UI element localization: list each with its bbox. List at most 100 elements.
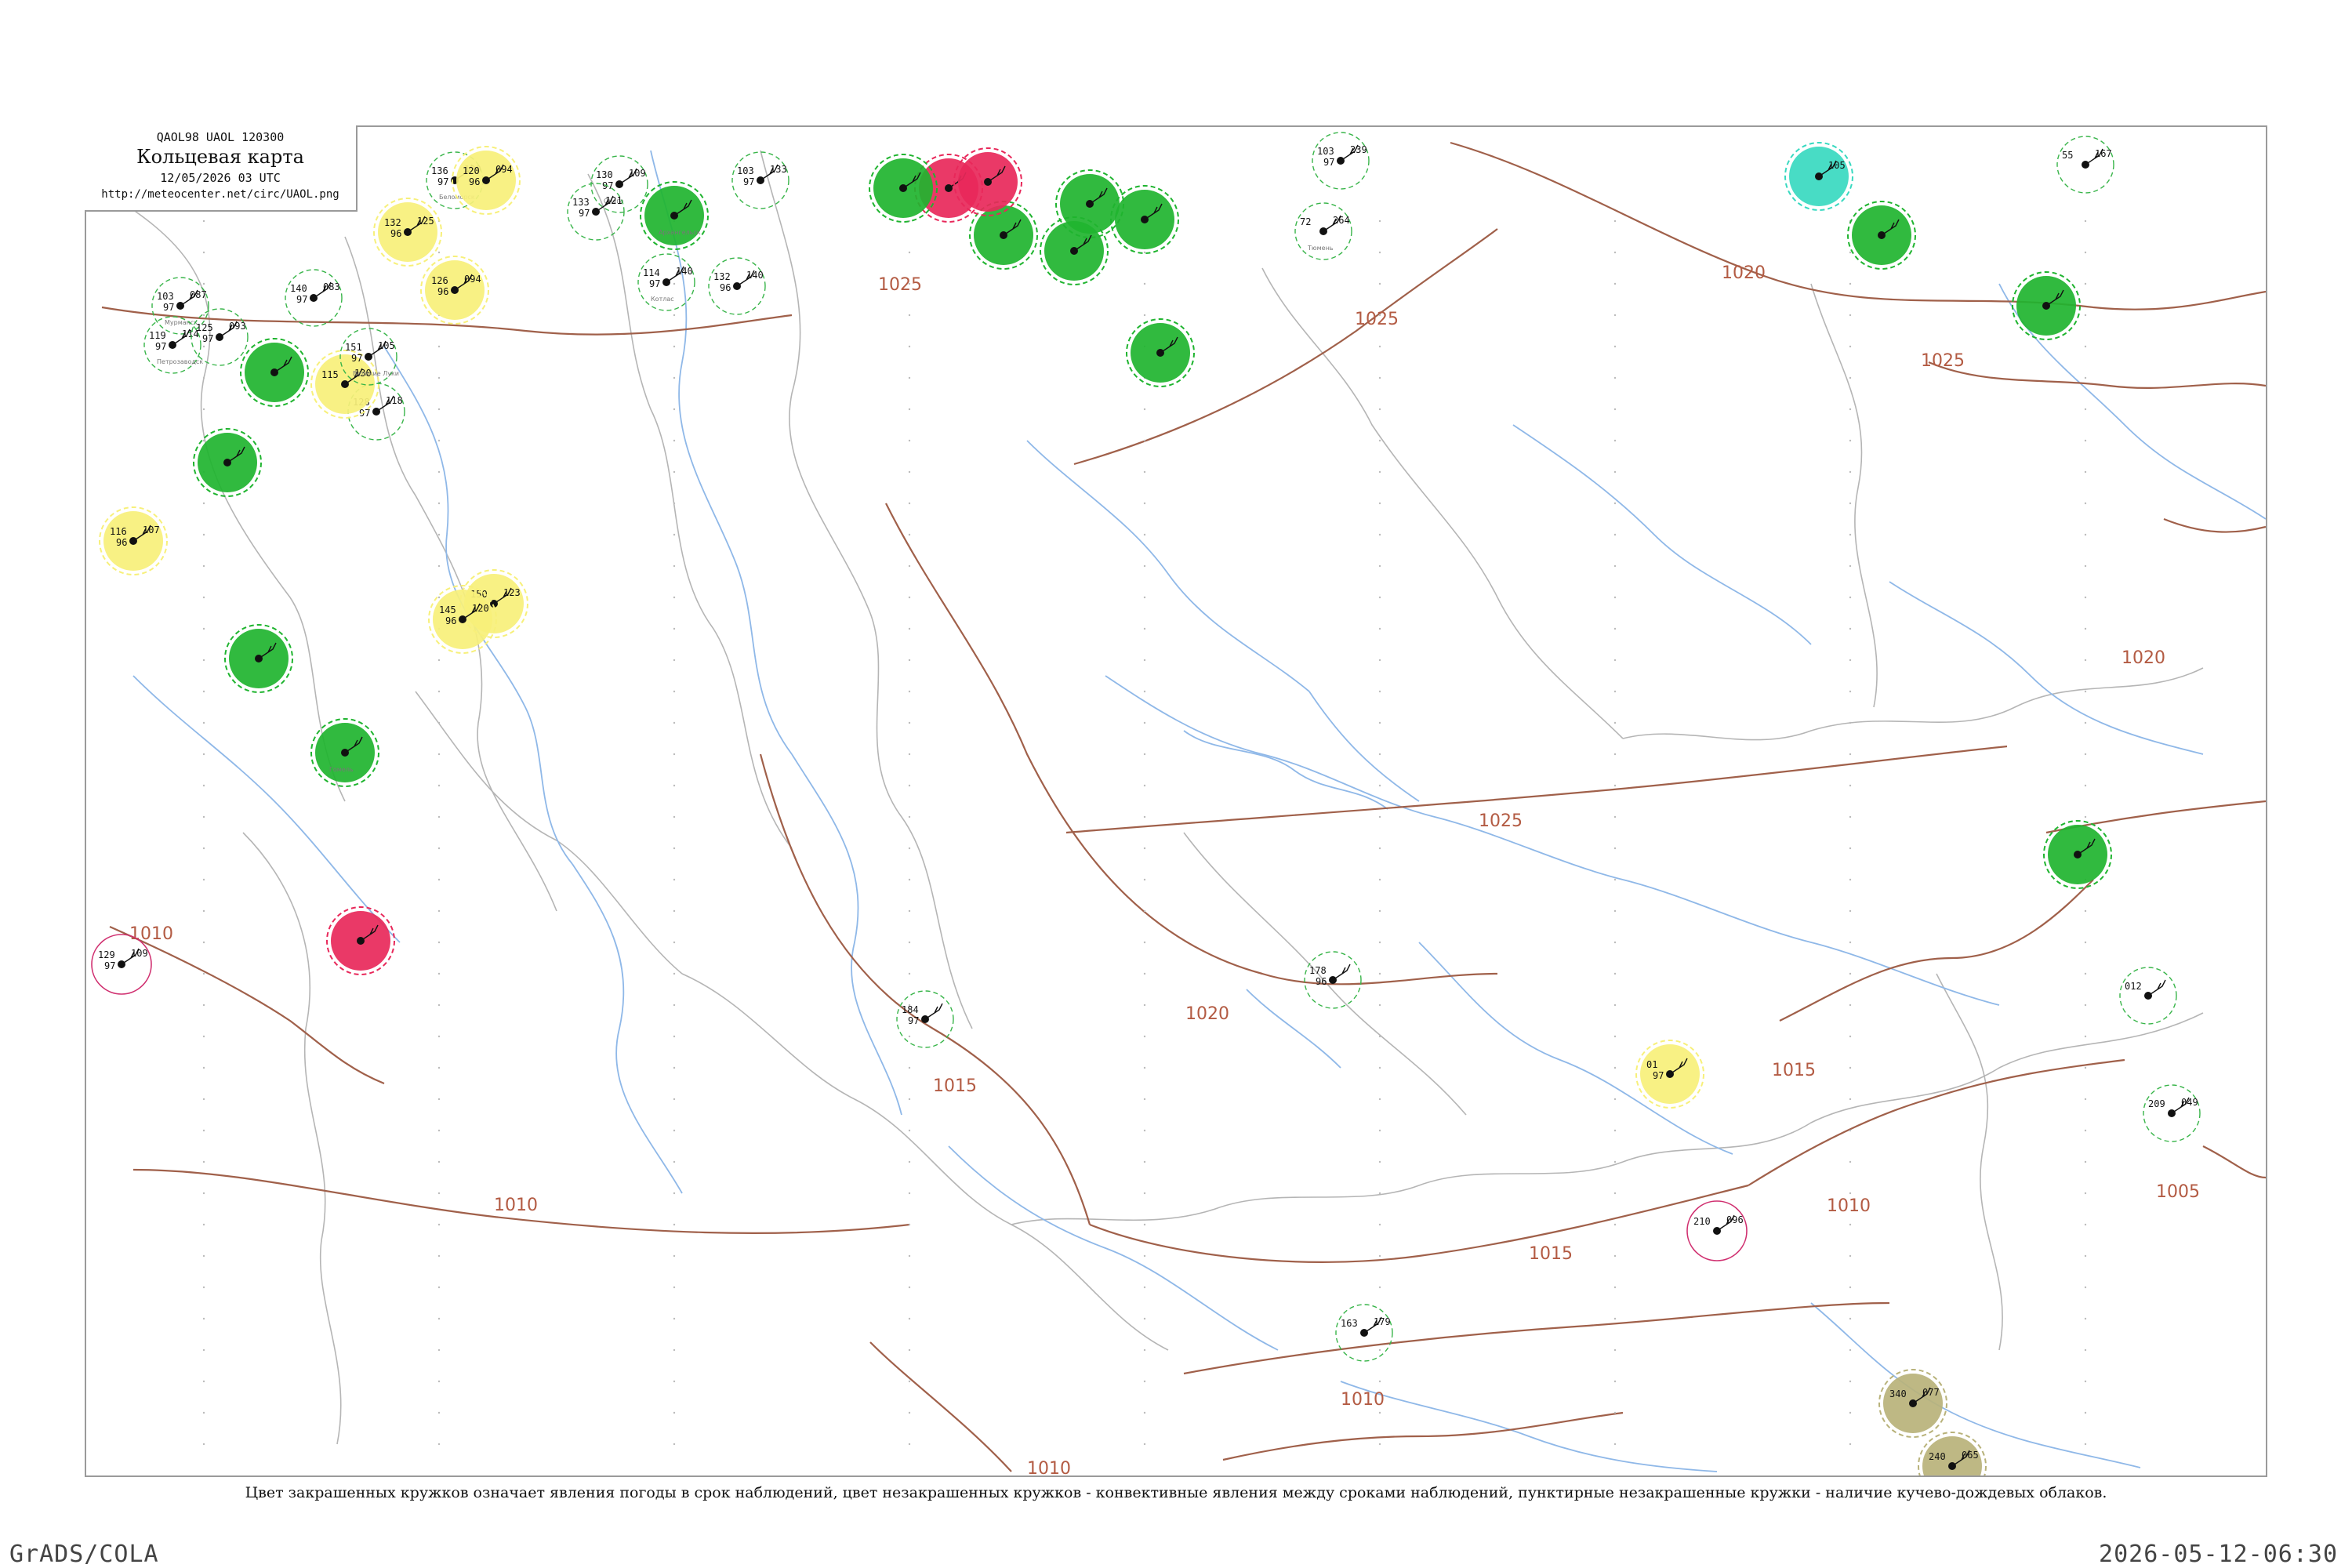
grid-dot bbox=[437, 1254, 441, 1258]
source-url-link[interactable]: http://meteocenter.net/circ/UAOL.png bbox=[85, 188, 356, 201]
grid-dot bbox=[1613, 909, 1617, 913]
grid-dot bbox=[202, 251, 205, 254]
grid-dot bbox=[1378, 408, 1381, 411]
grid-dot bbox=[1613, 784, 1617, 787]
isobar-label: 1020 bbox=[2122, 648, 2165, 668]
grid-dot bbox=[1378, 1160, 1381, 1163]
grid-dot bbox=[1378, 470, 1381, 474]
grid-dot bbox=[1849, 1286, 1852, 1289]
grid-dot bbox=[1143, 1411, 1146, 1414]
grid-dot bbox=[1143, 470, 1146, 474]
grid-dot bbox=[437, 784, 441, 787]
grid-dot bbox=[1613, 1035, 1617, 1038]
station-value-t: 140 bbox=[290, 283, 307, 294]
grid-dot bbox=[202, 1035, 205, 1038]
grid-dot bbox=[437, 251, 441, 254]
grid-dot bbox=[1613, 815, 1617, 818]
grid-dot bbox=[908, 1348, 911, 1352]
grid-dot bbox=[673, 376, 676, 379]
station-plot: 17896 bbox=[1304, 951, 1362, 1009]
grid-dot bbox=[908, 1411, 911, 1414]
grid-dot bbox=[1613, 564, 1617, 568]
grid-dot bbox=[2084, 1098, 2087, 1101]
grid-dot bbox=[1378, 1223, 1381, 1226]
grid-dot bbox=[1378, 1380, 1381, 1383]
grid-dot bbox=[1143, 439, 1146, 442]
grid-dot bbox=[1613, 1066, 1617, 1069]
grid-dot bbox=[673, 753, 676, 756]
grid-dot bbox=[202, 1098, 205, 1101]
grid-dot bbox=[1613, 690, 1617, 693]
grid-dot bbox=[1378, 909, 1381, 913]
station-plot: 11696 107 bbox=[99, 506, 168, 575]
station-plot: 163 179 bbox=[1335, 1304, 1393, 1362]
grid-dot bbox=[673, 815, 676, 818]
grid-dot bbox=[1143, 1317, 1146, 1320]
station-name: Тюмень bbox=[1307, 245, 1334, 252]
station-value-t: 120 bbox=[463, 165, 480, 176]
grid-dot bbox=[1613, 439, 1617, 442]
grid-dot bbox=[202, 627, 205, 630]
station-value-d: 96 bbox=[116, 537, 127, 548]
grid-dot bbox=[437, 1160, 441, 1163]
grid-dot bbox=[202, 847, 205, 850]
grid-dot bbox=[1613, 1160, 1617, 1163]
grid-dot bbox=[1613, 627, 1617, 630]
grid-dot bbox=[437, 1348, 441, 1352]
grid-dot bbox=[908, 972, 911, 975]
station-value-t: 103 bbox=[1317, 146, 1334, 157]
grid-dot bbox=[1849, 470, 1852, 474]
isobar-label: 1010 bbox=[129, 924, 173, 944]
grid-dot bbox=[1613, 659, 1617, 662]
grid-dot bbox=[437, 972, 441, 975]
grid-dot bbox=[1143, 1004, 1146, 1007]
grid-dot bbox=[1143, 564, 1146, 568]
grid-dot bbox=[1378, 690, 1381, 693]
grid-dot bbox=[1143, 659, 1146, 662]
grid-dot bbox=[1378, 251, 1381, 254]
station-value-p: 120 bbox=[472, 603, 489, 614]
grid-dot bbox=[437, 1004, 441, 1007]
station-value-t: 136 bbox=[431, 165, 448, 176]
station-plot: 12696 094 bbox=[420, 256, 489, 325]
station-value-d: 97 bbox=[1653, 1070, 1664, 1081]
grid-dot bbox=[2084, 1443, 2087, 1446]
grid-dot bbox=[1378, 596, 1381, 599]
station-value-p: 167 bbox=[2095, 148, 2112, 159]
grid-dot bbox=[437, 1129, 441, 1132]
grid-dot bbox=[2084, 345, 2087, 348]
grid-dot bbox=[202, 1411, 205, 1414]
grid-dot bbox=[202, 314, 205, 317]
station-value-p: 096 bbox=[1726, 1214, 1744, 1225]
grid-dot bbox=[673, 439, 676, 442]
station-value-t: 209 bbox=[2148, 1098, 2165, 1109]
grid-dot bbox=[1849, 345, 1852, 348]
station-value-d: 97 bbox=[163, 302, 174, 313]
grid-dot bbox=[202, 878, 205, 881]
map-frame: 1025 1025 1020 1020 1020 1025 1015 1015 … bbox=[85, 125, 2267, 1477]
grid-dot bbox=[1143, 533, 1146, 536]
grid-dot bbox=[1849, 1317, 1852, 1320]
station-value-p: 087 bbox=[190, 289, 207, 300]
grid-dot bbox=[1849, 972, 1852, 975]
grid-dot bbox=[1143, 690, 1146, 693]
grid-dot bbox=[1849, 1035, 1852, 1038]
grid-dot bbox=[908, 659, 911, 662]
grid-dot bbox=[908, 408, 911, 411]
grid-dot bbox=[437, 659, 441, 662]
grid-dot bbox=[1613, 1192, 1617, 1195]
station-value-t: 116 bbox=[110, 526, 127, 537]
grid-dot bbox=[673, 1066, 676, 1069]
grid-dot bbox=[673, 972, 676, 975]
grid-dot bbox=[1849, 314, 1852, 317]
grid-dot bbox=[437, 878, 441, 881]
station-plot bbox=[193, 428, 262, 497]
grid-dot bbox=[202, 659, 205, 662]
station-value-p: 105 bbox=[1828, 160, 1846, 171]
grid-dot bbox=[1378, 1098, 1381, 1101]
station-value-d: 96 bbox=[469, 176, 480, 187]
grid-dot bbox=[1849, 1098, 1852, 1101]
grid-dot bbox=[2084, 941, 2087, 944]
grid-dot bbox=[673, 282, 676, 285]
grid-dot bbox=[1613, 345, 1617, 348]
